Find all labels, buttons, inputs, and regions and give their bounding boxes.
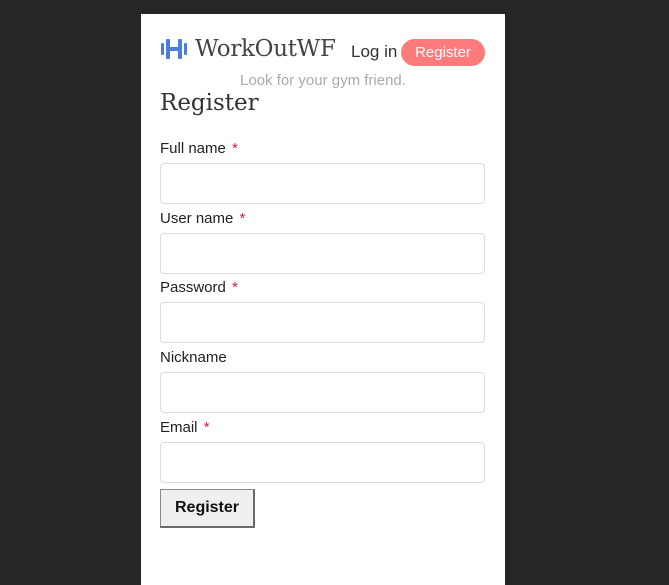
required-marker: * (203, 419, 210, 436)
tagline-text: Look for your gym friend. (240, 72, 406, 89)
user-name-input[interactable] (160, 233, 485, 274)
email-input[interactable] (160, 442, 485, 483)
user-name-label: User name * (160, 210, 246, 227)
required-marker: * (232, 279, 238, 296)
register-submit-button[interactable]: Register (160, 489, 255, 528)
register-nav-button[interactable]: Register (401, 39, 485, 66)
site-header: WorkOutWF Log in Register (160, 34, 486, 70)
nickname-label: Nickname (160, 349, 227, 366)
login-link[interactable]: Log in (351, 42, 397, 62)
password-input[interactable] (160, 302, 485, 343)
password-field: Password * (160, 278, 486, 343)
page-title: Register (160, 90, 259, 116)
register-card: WorkOutWF Log in Register Look for your … (141, 14, 505, 585)
nickname-input[interactable] (160, 372, 485, 413)
required-marker: * (232, 140, 238, 157)
email-label: Email * (160, 419, 210, 436)
full-name-label: Full name * (160, 140, 238, 157)
email-field: Email * (160, 418, 486, 483)
password-label: Password * (160, 279, 238, 296)
brand-name: WorkOutWF (195, 36, 336, 62)
full-name-input[interactable] (160, 163, 485, 204)
logo[interactable]: WorkOutWF (160, 36, 336, 62)
full-name-field: Full name * (160, 139, 486, 204)
required-marker: * (239, 210, 246, 227)
user-name-field: User name * (160, 209, 486, 274)
tagline: Look for your gym friend. (141, 72, 505, 89)
dumbbell-icon (161, 39, 187, 59)
nickname-field: Nickname (160, 348, 486, 413)
